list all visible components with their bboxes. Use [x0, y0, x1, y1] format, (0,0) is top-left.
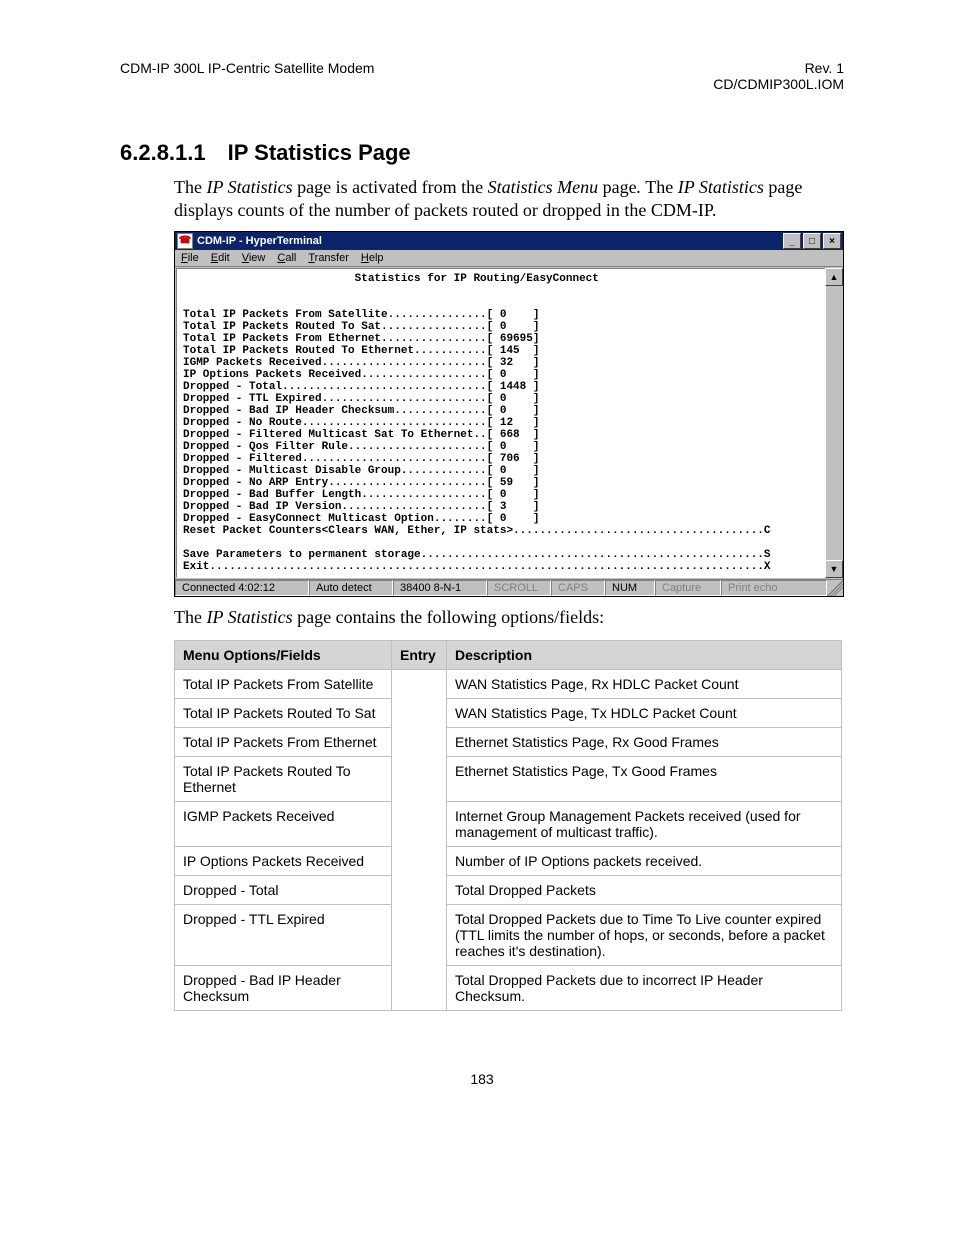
table-row: IP Options Packets Received Number of IP … [175, 847, 842, 876]
menu-file[interactable]: File [181, 252, 199, 264]
table-row: Dropped - Total Total Dropped Packets [175, 876, 842, 905]
cell-desc: Ethernet Statistics Page, Tx Good Frames [447, 757, 842, 802]
cell-desc: WAN Statistics Page, Tx HDLC Packet Coun… [447, 699, 842, 728]
titlebar: ☎ CDM-IP - HyperTerminal _ □ × [175, 232, 843, 250]
cell-desc: Number of IP Options packets received. [447, 847, 842, 876]
cell-name: Dropped - Total [175, 876, 392, 905]
cell-desc: Internet Group Management Packets receiv… [447, 802, 842, 847]
status-num: NUM [605, 580, 655, 596]
cell-name: Total IP Packets Routed To Ethernet [175, 757, 392, 802]
window-title: CDM-IP - HyperTerminal [197, 235, 783, 247]
table-row: IGMP Packets Received Internet Group Mana… [175, 802, 842, 847]
cell-desc: WAN Statistics Page, Rx HDLC Packet Coun… [447, 670, 842, 699]
scroll-down-icon[interactable]: ▼ [825, 560, 843, 578]
col-entry: Entry [392, 641, 447, 670]
cell-desc: Ethernet Statistics Page, Rx Good Frames [447, 728, 842, 757]
menu-call[interactable]: Call [277, 252, 296, 264]
options-table: Menu Options/Fields Entry Description To… [174, 640, 842, 1011]
maximize-button[interactable]: □ [803, 233, 821, 249]
table-row: Total IP Packets From Satellite WAN Stati… [175, 670, 842, 699]
cell-name: Total IP Packets Routed To Sat [175, 699, 392, 728]
status-printecho: Print echo [721, 580, 827, 596]
cell-name: Total IP Packets From Satellite [175, 670, 392, 699]
cell-name: Dropped - TTL Expired [175, 905, 392, 966]
col-desc: Description [447, 641, 842, 670]
col-menu: Menu Options/Fields [175, 641, 392, 670]
status-capture: Capture [655, 580, 721, 596]
section-heading: 6.2.8.1.1 IP Statistics Page [120, 140, 844, 166]
status-connected: Connected 4:02:12 [175, 580, 309, 596]
menubar: File Edit View Call Transfer Help [175, 250, 843, 267]
app-icon: ☎ [177, 233, 193, 249]
cell-desc: Total Dropped Packets due to Time To Liv… [447, 905, 842, 966]
header-left: CDM-IP 300L IP-Centric Satellite Modem [120, 60, 374, 92]
table-row: Total IP Packets From Ethernet Ethernet S… [175, 728, 842, 757]
cell-entry [392, 670, 447, 1011]
intro-paragraph: The IP Statistics page is activated from… [174, 176, 844, 221]
status-port: 38400 8-N-1 [393, 580, 487, 596]
table-row: Dropped - Bad IP Header Checksum Total Dr… [175, 966, 842, 1011]
status-caps: CAPS [551, 580, 605, 596]
page-number: 183 [120, 1071, 844, 1087]
menu-edit[interactable]: Edit [211, 252, 230, 264]
cell-name: IGMP Packets Received [175, 802, 392, 847]
table-caption: The IP Statistics page contains the foll… [174, 607, 844, 628]
close-button[interactable]: × [823, 233, 841, 249]
menu-help[interactable]: Help [361, 252, 384, 264]
status-scroll: SCROLL [487, 580, 551, 596]
scroll-up-icon[interactable]: ▲ [825, 268, 843, 286]
section-number: 6.2.8.1.1 [120, 140, 206, 165]
cell-name: IP Options Packets Received [175, 847, 392, 876]
terminal-content[interactable]: Statistics for IP Routing/EasyConnect To… [176, 268, 826, 578]
statusbar: Connected 4:02:12 Auto detect 38400 8-N-… [175, 579, 843, 596]
table-row: Dropped - TTL Expired Total Dropped Packe… [175, 905, 842, 966]
header-doc: CD/CDMIP300L.IOM [713, 76, 844, 92]
vertical-scrollbar[interactable]: ▲ ▼ [826, 268, 842, 578]
cell-desc: Total Dropped Packets [447, 876, 842, 905]
minimize-button[interactable]: _ [783, 233, 801, 249]
menu-transfer[interactable]: Transfer [308, 252, 349, 264]
section-title: IP Statistics Page [228, 140, 411, 165]
hyperterminal-window: ☎ CDM-IP - HyperTerminal _ □ × File Edit… [174, 231, 844, 597]
cell-name: Total IP Packets From Ethernet [175, 728, 392, 757]
cell-desc: Total Dropped Packets due to incorrect I… [447, 966, 842, 1011]
header-rev: Rev. 1 [713, 60, 844, 76]
resize-grip-icon[interactable] [827, 580, 843, 596]
status-detect: Auto detect [309, 580, 393, 596]
table-row: Total IP Packets Routed To Sat WAN Statis… [175, 699, 842, 728]
menu-view[interactable]: View [242, 252, 266, 264]
table-row: Total IP Packets Routed To Ethernet Ether… [175, 757, 842, 802]
cell-name: Dropped - Bad IP Header Checksum [175, 966, 392, 1011]
